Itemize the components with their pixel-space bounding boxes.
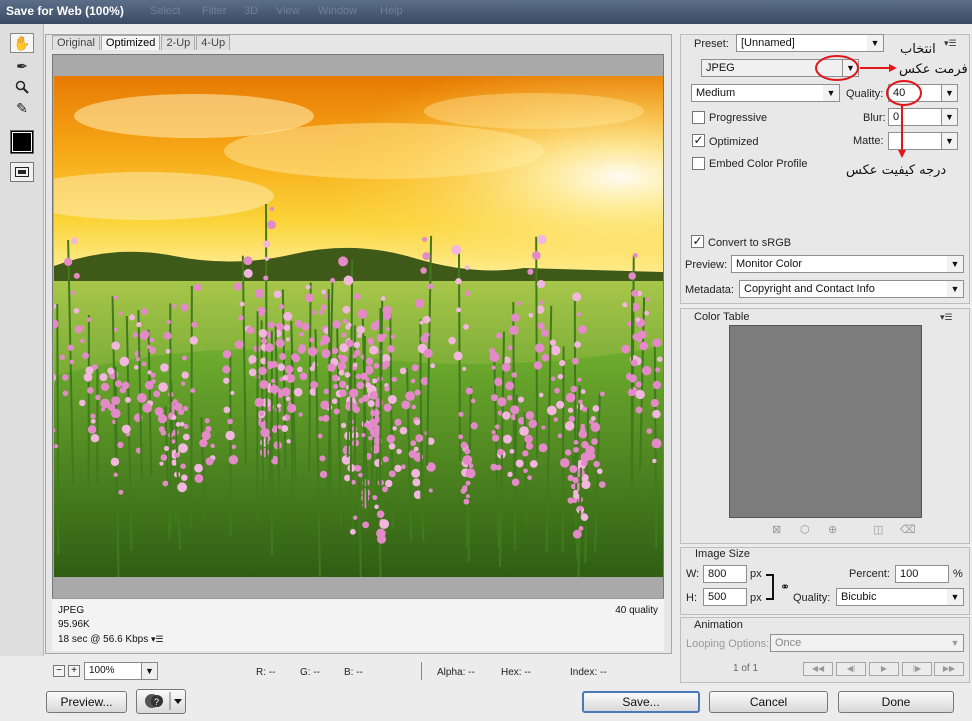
format-arrowhead <box>889 64 897 72</box>
quality-highlight-ellipse <box>886 80 922 106</box>
quality-arrowhead <box>898 150 906 158</box>
annotation-quality-text: درجه کیفیت عکس <box>846 163 947 178</box>
annotation-format-line2: فرمت عکس <box>899 62 968 77</box>
annotation-overlay <box>815 55 922 158</box>
format-highlight-ellipse <box>815 55 859 81</box>
annotation-format-line1: انتخاب <box>900 42 936 57</box>
